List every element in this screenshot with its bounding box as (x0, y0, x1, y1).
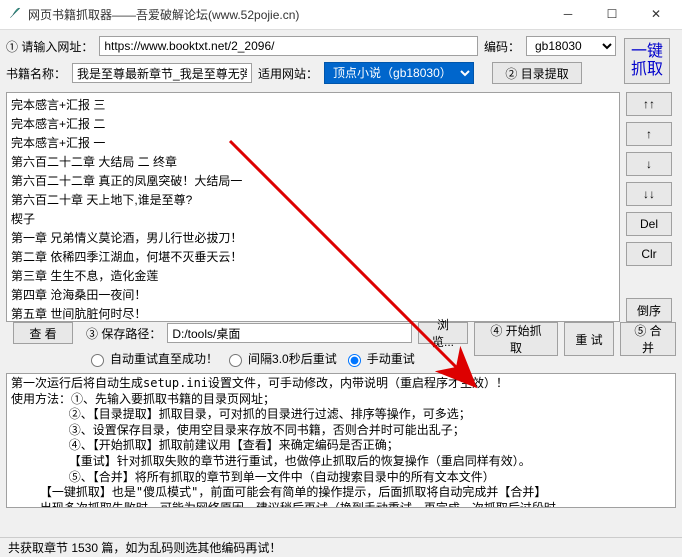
move-down-button[interactable]: ↓ (626, 152, 672, 176)
list-item[interactable]: 第一章 兄弟情义莫论酒，男儿行世必拔刀！ (9, 228, 617, 247)
bookname-input[interactable] (72, 63, 252, 83)
controls-row: 查 看 ③ 保存路径： 浏览... 自动重试直至成功！ 间隔3.0秒后重试 (6, 322, 676, 367)
list-item[interactable]: 第六百二十章 天上地下,谁是至尊? (9, 190, 617, 209)
client-area: ① 请输入网址： 编码： gb18030 一键 抓取 书籍名称： 适用网站： 顶… (0, 30, 682, 537)
encoding-label: 编码： (484, 38, 520, 55)
list-item[interactable]: 第五章 世间肮脏何时尽！ (9, 304, 617, 322)
reverse-button[interactable]: 倒序 (626, 298, 672, 322)
list-item[interactable]: 完本感言+汇报 一 (9, 133, 617, 152)
clear-button[interactable]: Clr (626, 242, 672, 266)
retry-interval-input[interactable] (229, 354, 242, 367)
app-icon (8, 6, 22, 23)
encoding-select[interactable]: gb18030 (526, 36, 616, 56)
url-input[interactable] (99, 36, 478, 56)
one-click-grab-button[interactable]: 一键 抓取 (624, 38, 670, 84)
maximize-button[interactable]: ☐ (590, 0, 634, 30)
window-title: 网页书籍抓取器——吾爱破解论坛(www.52pojie.cn) (28, 6, 546, 23)
titlebar: 网页书籍抓取器——吾爱破解论坛(www.52pojie.cn) ─ ☐ ✕ (0, 0, 682, 30)
retry-button[interactable]: 重 试 (564, 322, 614, 356)
site-label: 适用网站： (258, 65, 318, 82)
url-label: ① 请输入网址： (6, 38, 93, 55)
delete-button[interactable]: Del (626, 212, 672, 236)
retry-manual-input[interactable] (348, 354, 361, 367)
retry-interval-radio[interactable]: 间隔3.0秒后重试 (224, 350, 337, 367)
save-path-label: ③ 保存路径： (86, 325, 161, 342)
list-item[interactable]: 完本感言+汇报 二 (9, 114, 617, 133)
view-button[interactable]: 查 看 (13, 322, 73, 344)
move-up-button[interactable]: ↑ (626, 122, 672, 146)
site-select[interactable]: 顶点小说（gb18030） (324, 62, 474, 84)
bookname-label: 书籍名称： (6, 65, 66, 82)
list-item[interactable]: 第四章 沧海桑田一夜间！ (9, 285, 617, 304)
close-button[interactable]: ✕ (634, 0, 678, 30)
retry-auto-input[interactable] (91, 354, 104, 367)
start-grab-button[interactable]: ④ 开始抓取 (474, 322, 558, 356)
list-item[interactable]: 楔子 (9, 209, 617, 228)
move-top-button[interactable]: ↑↑ (626, 92, 672, 116)
list-item[interactable]: 第六百二十二章 大结局 二 终章 (9, 152, 617, 171)
status-text: 共获取章节 1530 篇，如为乱码则选其他编码再试！ (8, 539, 281, 556)
bookname-row: 书籍名称： 适用网站： 顶点小说（gb18030） ② 目录提取 (6, 62, 676, 84)
list-item[interactable]: 第六百二十二章 真正的凤凰突破！大结局一 (9, 171, 617, 190)
retry-auto-radio[interactable]: 自动重试直至成功！ (86, 350, 218, 367)
log-textarea[interactable]: 第一次运行后将自动生成setup.ini设置文件，可手动修改，内带说明（重启程序… (6, 373, 676, 508)
merge-button[interactable]: ⑤ 合并 (620, 322, 676, 356)
save-path-input[interactable] (167, 323, 412, 343)
move-bottom-button[interactable]: ↓↓ (626, 182, 672, 206)
minimize-button[interactable]: ─ (546, 0, 590, 30)
side-buttons: ↑↑ ↑ ↓ ↓↓ Del Clr 倒序 (626, 92, 676, 322)
list-item[interactable]: 第二章 依稀四季江湖血，何堪不灭垂天云！ (9, 247, 617, 266)
url-row: ① 请输入网址： 编码： gb18030 (6, 36, 676, 56)
main-area: 完本感言+汇报 三完本感言+汇报 二完本感言+汇报 一第六百二十二章 大结局 二… (6, 92, 676, 322)
browse-button[interactable]: 浏览... (418, 322, 468, 344)
retry-manual-radio[interactable]: 手动重试 (343, 350, 415, 367)
list-item[interactable]: 完本感言+汇报 三 (9, 95, 617, 114)
list-item[interactable]: 第三章 生生不息，造化金莲 (9, 266, 617, 285)
chapter-list[interactable]: 完本感言+汇报 三完本感言+汇报 二完本感言+汇报 一第六百二十二章 大结局 二… (6, 92, 620, 322)
extract-toc-button[interactable]: ② 目录提取 (492, 62, 582, 84)
status-bar: 共获取章节 1530 篇，如为乱码则选其他编码再试！ (0, 537, 682, 557)
